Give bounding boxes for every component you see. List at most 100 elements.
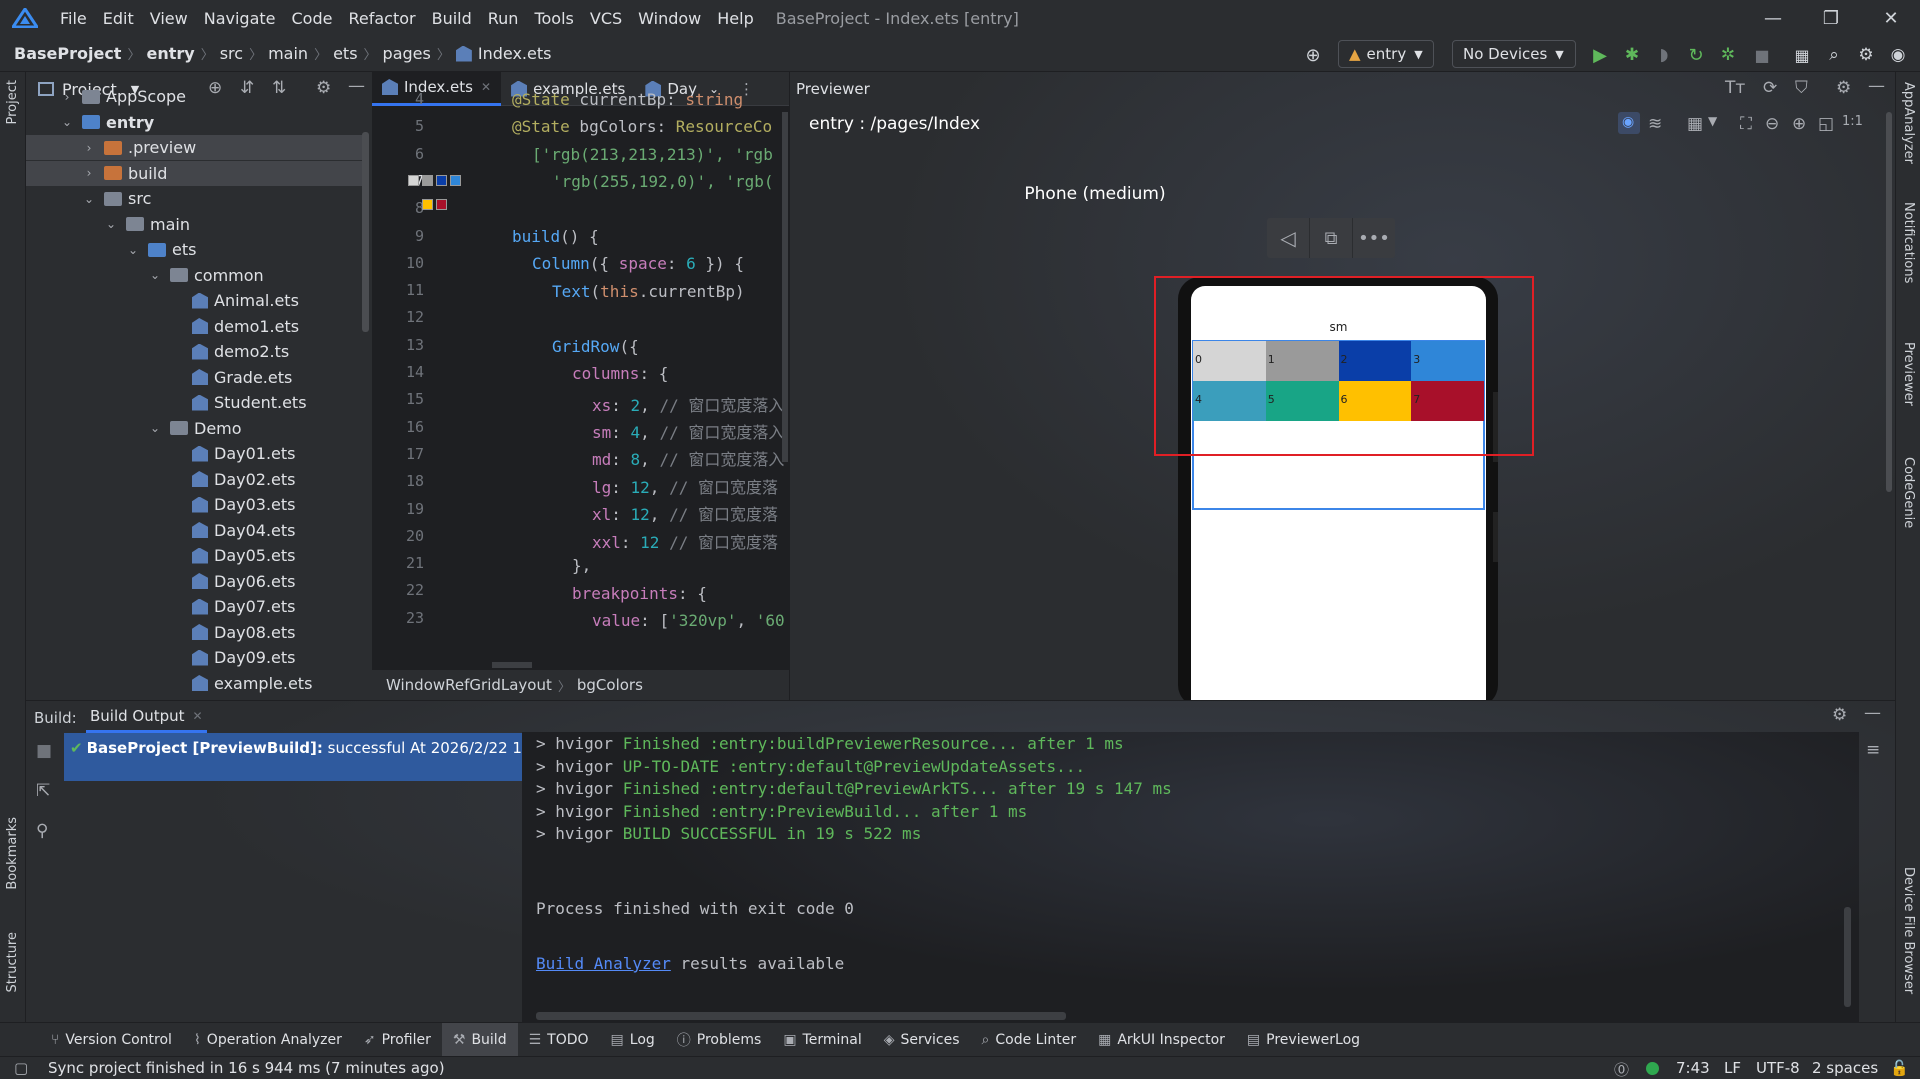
color-swatch[interactable]: [436, 199, 447, 210]
fit-icon[interactable]: ◱: [1818, 114, 1834, 134]
tree-item[interactable]: › build: [26, 160, 362, 186]
color-swatch[interactable]: [450, 175, 461, 186]
gear-icon[interactable]: ⚙: [1854, 42, 1878, 68]
tree-item[interactable]: Day01.ets: [26, 441, 362, 466]
status-ok-icon[interactable]: [1646, 1062, 1659, 1075]
search-icon[interactable]: ⌕: [1822, 42, 1846, 68]
code-line-19[interactable]: xl: 12, // 窗口宽度落: [592, 501, 778, 525]
console-vertical-scrollbar[interactable]: [1844, 907, 1851, 1007]
color-swatch[interactable]: [422, 199, 433, 210]
terminal-tool[interactable]: ▣ Terminal: [772, 1023, 872, 1057]
chevron-right-icon[interactable]: ›: [60, 90, 74, 104]
tree-item[interactable]: › .preview: [26, 135, 362, 160]
code-line-21[interactable]: },: [572, 556, 591, 575]
code-line-4[interactable]: @State currentBp: string: [512, 90, 743, 109]
chevron-down-icon[interactable]: ⌄: [104, 217, 118, 231]
tree-item[interactable]: demo1.ets: [26, 314, 362, 339]
build-task-row[interactable]: ✔ BaseProject [PreviewBuild]: successful …: [64, 733, 556, 781]
menu-view[interactable]: View: [142, 9, 196, 28]
lock-icon[interactable]: 🔓: [1890, 1059, 1909, 1077]
target-icon[interactable]: ⊕: [1300, 42, 1326, 68]
code-line-6[interactable]: ['rgb(213,213,213)', 'rgb: [532, 145, 773, 164]
minimize-button[interactable]: —: [1744, 0, 1802, 36]
appanalyzer-tool-button[interactable]: AppAnalyzer: [1901, 82, 1916, 164]
code-line-11[interactable]: Text(this.currentBp): [552, 282, 745, 301]
menu-code[interactable]: Code: [284, 9, 341, 28]
tree-item[interactable]: ⌄ common: [26, 263, 362, 288]
profiler-tool[interactable]: ➶ Profiler: [353, 1023, 442, 1057]
operation-analyzer-tool[interactable]: ⌇ Operation Analyzer: [183, 1023, 353, 1057]
menu-file[interactable]: File: [52, 9, 95, 28]
tab-build-output[interactable]: Build Output ✕: [86, 701, 207, 733]
refresh-icon[interactable]: ⟳: [1763, 78, 1777, 98]
code-line-13[interactable]: GridRow({: [552, 337, 639, 356]
stop-icon[interactable]: ■: [36, 741, 52, 761]
attach-debugger-icon[interactable]: ✲: [1716, 42, 1740, 68]
tree-item[interactable]: ⌄ main: [26, 212, 362, 237]
tree-item[interactable]: ⌄ Demo: [26, 416, 362, 441]
menu-run[interactable]: Run: [480, 9, 527, 28]
file-encoding[interactable]: UTF-8: [1756, 1059, 1800, 1077]
tree-item[interactable]: example.ets: [26, 671, 362, 696]
chevron-right-icon[interactable]: ›: [82, 141, 96, 155]
version-control-tool[interactable]: ⑂ Version Control: [40, 1023, 183, 1057]
debug-icon[interactable]: ✱: [1620, 42, 1644, 68]
code-line-16[interactable]: sm: 4, // 窗口宽度落入: [592, 419, 784, 443]
tree-item[interactable]: demo2.ts: [26, 339, 362, 364]
menu-refactor[interactable]: Refactor: [340, 9, 423, 28]
close-window-button[interactable]: ✕: [1862, 0, 1920, 36]
code-line-7[interactable]: 'rgb(255,192,0)', 'rgb(: [552, 172, 774, 191]
breadcrumb-file[interactable]: Index.ets: [478, 44, 552, 63]
account-icon[interactable]: ◉: [1886, 42, 1910, 68]
chevron-down-icon[interactable]: ⌄: [126, 243, 140, 257]
menu-window[interactable]: Window: [630, 9, 709, 28]
code-line-22[interactable]: breakpoints: {: [572, 584, 707, 603]
build-tool[interactable]: ⚒ Build: [441, 1022, 518, 1057]
project-scrollbar[interactable]: [362, 132, 369, 332]
tree-item[interactable]: Day02.ets: [26, 467, 362, 492]
tree-item[interactable]: Day06.ets: [26, 569, 362, 594]
tree-item[interactable]: ⌄ src: [26, 186, 362, 211]
zoom-in-icon[interactable]: ⊕: [1792, 114, 1806, 134]
stop-icon[interactable]: ■: [1750, 42, 1774, 68]
code-line-23[interactable]: value: ['320vp', '60: [592, 611, 785, 630]
bookmarks-tool-button[interactable]: Bookmarks: [5, 817, 20, 890]
color-swatch[interactable]: [408, 175, 419, 186]
color-swatch[interactable]: [436, 175, 447, 186]
code-line-10[interactable]: Column({ space: 6 }) {: [532, 254, 744, 273]
tree-item[interactable]: Day04.ets: [26, 518, 362, 543]
log-tool[interactable]: ▤ Log: [600, 1023, 666, 1057]
caret-position[interactable]: 7:43: [1676, 1059, 1710, 1077]
more-icon[interactable]: •••: [1353, 218, 1395, 258]
menu-vcs[interactable]: VCS: [582, 9, 630, 28]
editor-vertical-scrollbar[interactable]: [782, 112, 788, 462]
hide-panel-icon[interactable]: —: [1868, 76, 1885, 96]
console-horizontal-scrollbar[interactable]: [536, 1012, 1066, 1020]
tree-item[interactable]: Day03.ets: [26, 492, 362, 517]
filter-icon[interactable]: ⛉: [1795, 78, 1808, 98]
run-icon[interactable]: ▶: [1588, 42, 1612, 68]
restore-button[interactable]: ❐: [1802, 0, 1860, 36]
structure-tool-button[interactable]: Structure: [5, 932, 20, 992]
open-external-icon[interactable]: ⇱: [36, 781, 50, 801]
code-breadcrumb-class[interactable]: WindowRefGridLayout: [386, 676, 552, 694]
code-line-15[interactable]: xs: 2, // 窗口宽度落入: [592, 392, 784, 416]
codegenie-tool-button[interactable]: CodeGenie: [1901, 457, 1916, 528]
chevron-down-icon[interactable]: ▼: [1708, 114, 1717, 128]
close-icon[interactable]: ✕: [481, 80, 491, 94]
line-separator[interactable]: LF: [1724, 1059, 1741, 1077]
breadcrumb-pages[interactable]: pages: [383, 44, 431, 63]
device-select[interactable]: No Devices ▼: [1452, 40, 1576, 68]
chevron-down-icon[interactable]: ⌄: [148, 421, 162, 435]
code-line-5[interactable]: @State bgColors: ResourceCo: [512, 117, 772, 136]
menu-navigate[interactable]: Navigate: [196, 9, 284, 28]
tree-item[interactable]: Day07.ets: [26, 594, 362, 619]
code-line-20[interactable]: xxl: 12 // 窗口宽度落: [592, 529, 778, 553]
device-file-browser-tool-button[interactable]: Device File Browser: [1901, 867, 1916, 994]
font-size-icon[interactable]: Tт: [1725, 78, 1745, 98]
services-tool[interactable]: ◈ Services: [873, 1023, 971, 1057]
soft-wrap-icon[interactable]: ≡: [1866, 740, 1880, 760]
crop-icon[interactable]: ⛶: [1740, 114, 1752, 134]
build-analyzer-link[interactable]: Build Analyzer: [536, 954, 671, 973]
code-line-17[interactable]: md: 8, // 窗口宽度落入: [592, 446, 784, 470]
